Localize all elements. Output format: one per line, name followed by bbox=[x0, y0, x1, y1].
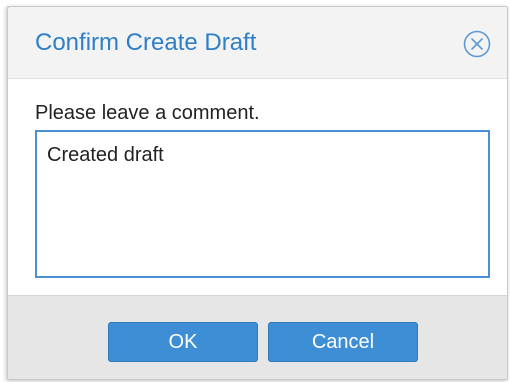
dialog-body: Please leave a comment. Created draft bbox=[8, 79, 507, 295]
dialog-header: Confirm Create Draft bbox=[8, 7, 507, 79]
close-button[interactable] bbox=[462, 29, 492, 59]
ok-button[interactable]: OK bbox=[108, 322, 258, 362]
confirm-dialog: Confirm Create Draft Please leave a comm… bbox=[7, 6, 508, 380]
comment-textarea[interactable]: Created draft bbox=[35, 130, 490, 278]
dialog-title: Confirm Create Draft bbox=[35, 29, 257, 56]
close-circle-icon bbox=[463, 30, 491, 58]
cancel-button[interactable]: Cancel bbox=[268, 322, 418, 362]
dialog-footer: OK Cancel bbox=[8, 295, 507, 379]
comment-prompt: Please leave a comment. bbox=[35, 102, 260, 124]
